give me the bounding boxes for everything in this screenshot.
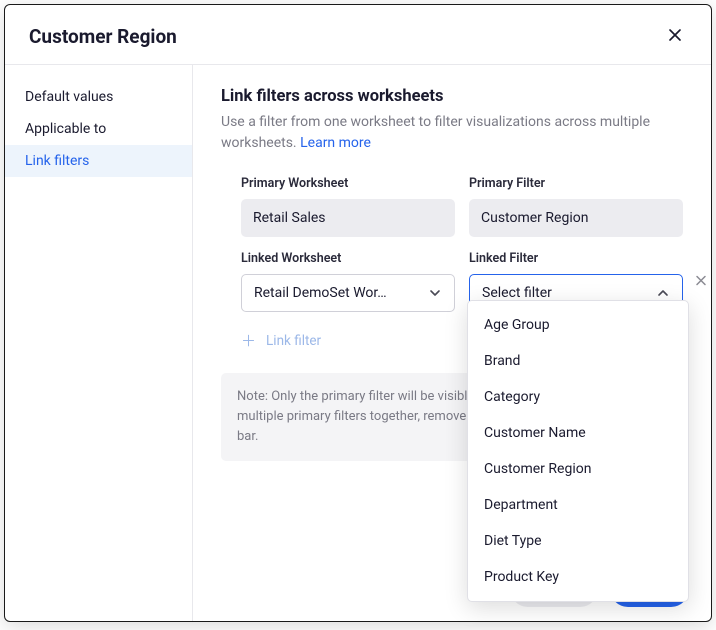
plus-icon: ＋	[241, 330, 256, 351]
linked-filter-label: Linked Filter	[469, 251, 683, 266]
linked-filter-dropdown: Age Group Brand Category Customer Name C…	[467, 300, 689, 602]
primary-filter-label: Primary Filter	[469, 176, 683, 191]
dropdown-option[interactable]: Age Group	[468, 307, 688, 343]
linked-worksheet-group: Linked Worksheet Retail DemoSet Wor…	[241, 251, 455, 312]
dropdown-option[interactable]: Category	[468, 379, 688, 415]
modal-header: Customer Region	[5, 5, 711, 64]
dropdown-option[interactable]: Product Key	[468, 559, 688, 595]
dropdown-option[interactable]: Diet Type	[468, 523, 688, 559]
sidebar: Default values Applicable to Link filter…	[5, 65, 193, 621]
dropdown-option[interactable]: Customer Region	[468, 451, 688, 487]
sidebar-item-applicable-to[interactable]: Applicable to	[5, 113, 192, 145]
linked-filter-placeholder: Select filter	[482, 285, 552, 301]
add-link-label: Link filter	[266, 333, 321, 349]
primary-filter-group: Primary Filter Customer Region	[469, 176, 683, 237]
chevron-up-icon	[656, 286, 670, 300]
dropdown-option[interactable]: Brand	[468, 343, 688, 379]
linked-worksheet-label: Linked Worksheet	[241, 251, 455, 266]
close-icon	[695, 274, 707, 286]
sidebar-item-link-filters[interactable]: Link filters	[5, 145, 192, 177]
close-button[interactable]	[663, 23, 687, 50]
linked-worksheet-select[interactable]: Retail DemoSet Wor…	[241, 274, 455, 312]
learn-more-link[interactable]: Learn more	[300, 135, 371, 151]
primary-worksheet-value: Retail Sales	[241, 199, 455, 237]
remove-row-button[interactable]	[695, 274, 707, 289]
primary-worksheet-label: Primary Worksheet	[241, 176, 455, 191]
form-grid: Primary Worksheet Retail Sales Primary F…	[221, 176, 683, 312]
content-title: Link filters across worksheets	[221, 87, 683, 106]
dropdown-option[interactable]: Customer Name	[468, 415, 688, 451]
primary-filter-value: Customer Region	[469, 199, 683, 237]
content-description: Use a filter from one worksheet to filte…	[221, 112, 683, 154]
close-icon	[667, 27, 683, 43]
primary-worksheet-group: Primary Worksheet Retail Sales	[241, 176, 455, 237]
chevron-down-icon	[428, 286, 442, 300]
dropdown-option[interactable]: Department	[468, 487, 688, 523]
modal-title: Customer Region	[29, 25, 177, 48]
linked-worksheet-value: Retail DemoSet Wor…	[254, 285, 387, 301]
description-text: Use a filter from one worksheet to filte…	[221, 114, 650, 151]
sidebar-item-default-values[interactable]: Default values	[5, 81, 192, 113]
modal-dialog: Customer Region Default values Applicabl…	[4, 4, 712, 622]
dropdown-scroll[interactable]: Age Group Brand Category Customer Name C…	[468, 307, 688, 595]
